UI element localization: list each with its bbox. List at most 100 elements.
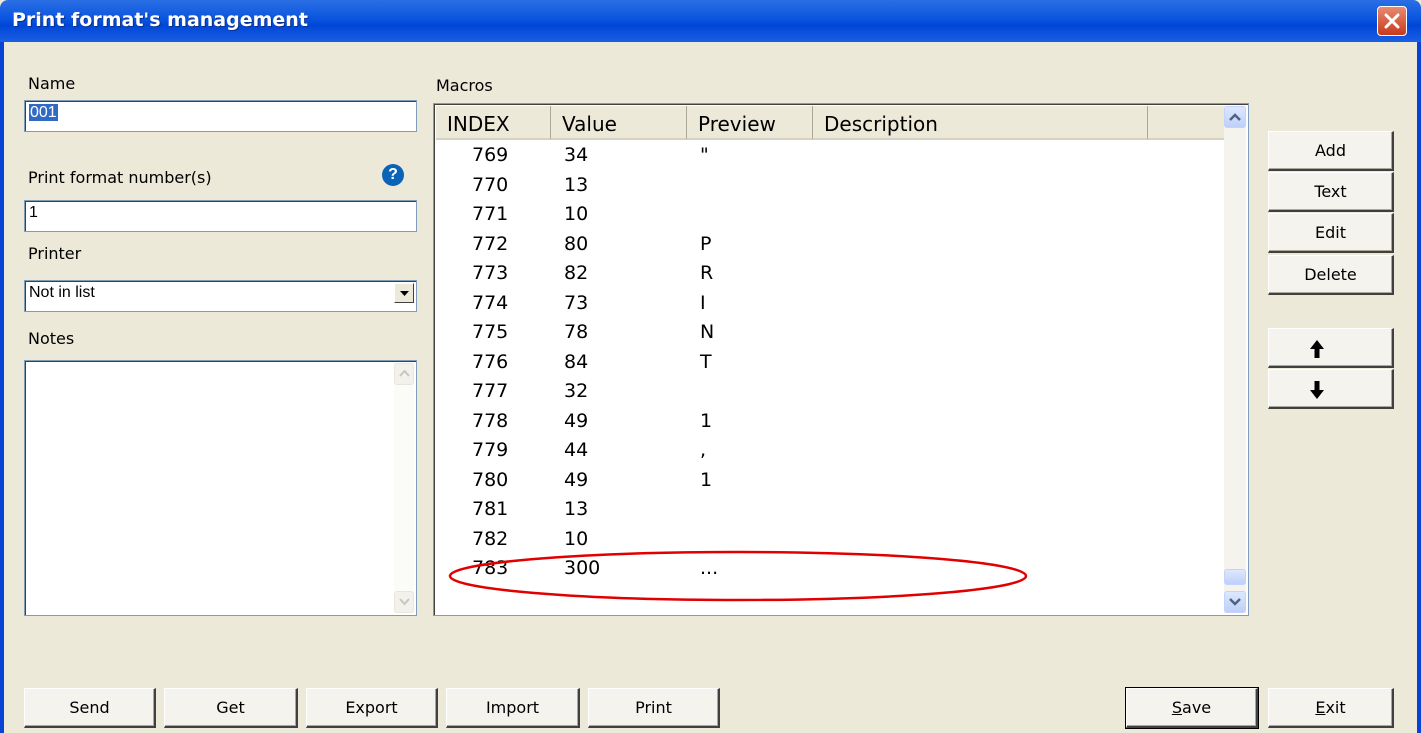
notes-scroll-up-button[interactable]: [394, 363, 414, 385]
export-button[interactable]: Export: [306, 688, 438, 728]
macro-index-cell: 776: [472, 350, 509, 373]
notes-textarea[interactable]: [24, 360, 417, 616]
chevron-down-icon: [400, 291, 409, 296]
column-header-preview[interactable]: Preview: [687, 106, 813, 140]
printer-select[interactable]: Not in list: [24, 280, 417, 312]
macro-value-cell: 82: [564, 262, 589, 284]
macro-index-cell: 778: [472, 409, 509, 432]
macro-row[interactable]: 783 300...: [436, 555, 1216, 584]
printer-label: Printer: [28, 244, 82, 263]
print-format-number-label: Print format number(s): [28, 168, 212, 187]
macros-scroll-down-button[interactable]: [1224, 591, 1246, 613]
window-frame-right: [1417, 42, 1421, 733]
text-button[interactable]: Text: [1268, 172, 1394, 212]
name-field[interactable]: 001: [24, 100, 417, 132]
macros-scroll-thumb[interactable]: [1224, 569, 1246, 585]
macro-value-cell: 49: [564, 468, 589, 491]
macro-index-cell: 774: [472, 291, 509, 314]
print-format-number-value: 1: [29, 204, 38, 221]
macro-value-cell: 13: [564, 173, 589, 196]
macro-value-cell: 13: [564, 498, 589, 520]
macro-index-cell: 780: [472, 468, 509, 491]
macro-index-cell: 781: [472, 498, 509, 520]
macro-preview-cell: I: [700, 291, 706, 314]
macro-row[interactable]: 779 44,: [436, 437, 1216, 466]
macro-row[interactable]: 775 78 N: [436, 319, 1216, 348]
close-icon: [1384, 13, 1400, 29]
exit-button[interactable]: Exit: [1268, 688, 1394, 728]
macro-preview-cell: 1: [700, 468, 713, 491]
add-button[interactable]: Add: [1268, 131, 1394, 171]
macro-row[interactable]: 770 13: [436, 172, 1216, 201]
macro-row[interactable]: 777 32: [436, 378, 1216, 407]
chevron-down-icon: [399, 598, 410, 605]
macro-preview-cell: R: [700, 262, 714, 284]
chevron-up-icon: [399, 370, 410, 377]
arrow-down-icon: [1310, 381, 1324, 399]
macro-preview-cell: ...: [700, 557, 719, 579]
macro-value-cell: 300: [564, 557, 601, 579]
macro-preview-cell: T: [700, 350, 712, 373]
macro-value-cell: 84: [564, 350, 589, 373]
macro-row[interactable]: 773 82 R: [436, 260, 1216, 289]
macros-scroll-up-button[interactable]: [1224, 106, 1246, 128]
printer-value: Not in list: [29, 284, 95, 301]
column-header-description[interactable]: Description: [813, 106, 1148, 140]
print-format-window: Print format's management Name 001 Print…: [0, 0, 1421, 733]
printer-dropdown-button[interactable]: [394, 283, 414, 303]
save-button[interactable]: Save: [1125, 687, 1259, 729]
macro-value-cell: 34: [564, 144, 589, 166]
send-button[interactable]: Send: [24, 688, 156, 728]
column-header-empty: [1148, 106, 1226, 140]
macro-preview-cell: ": [700, 144, 709, 166]
title-bar: Print format's management: [0, 0, 1421, 42]
name-value: 001: [29, 104, 58, 121]
macro-index-cell: 775: [472, 321, 509, 343]
macros-scrollbar[interactable]: [1224, 106, 1246, 613]
macro-row[interactable]: 781 13: [436, 496, 1216, 525]
macro-row[interactable]: 771 10: [436, 201, 1216, 230]
notes-scroll-down-button[interactable]: [394, 591, 414, 613]
macros-list-header: INDEX Value Preview Description: [436, 106, 1226, 140]
print-button[interactable]: Print: [588, 688, 720, 728]
macro-preview-cell: N: [700, 321, 715, 343]
window-title: Print format's management: [12, 9, 308, 31]
name-label: Name: [28, 74, 76, 93]
delete-button[interactable]: Delete: [1268, 255, 1394, 295]
move-up-button[interactable]: [1268, 328, 1394, 368]
macro-row[interactable]: 769 34 ": [436, 142, 1216, 171]
macro-value-cell: 32: [564, 380, 589, 402]
notes-label: Notes: [28, 329, 75, 348]
column-header-index[interactable]: INDEX: [436, 106, 551, 140]
import-button[interactable]: Import: [446, 688, 580, 728]
macro-value-cell: 73: [564, 291, 589, 314]
column-header-value[interactable]: Value: [551, 106, 687, 140]
notes-scrollbar[interactable]: [394, 363, 414, 613]
chevron-down-icon: [1229, 598, 1241, 606]
macro-row[interactable]: 782 10: [436, 526, 1216, 555]
macro-index-cell: 783: [472, 557, 509, 579]
macro-value-cell: 10: [564, 203, 589, 225]
print-format-number-field[interactable]: 1: [24, 200, 417, 232]
macro-index-cell: 770: [472, 173, 509, 196]
macro-preview-cell: ,: [700, 439, 707, 461]
macro-value-cell: 49: [564, 409, 589, 432]
macro-row[interactable]: 778 49 1: [436, 408, 1216, 437]
macro-index-cell: 777: [472, 380, 509, 402]
get-button[interactable]: Get: [164, 688, 298, 728]
macros-label: Macros: [436, 76, 493, 95]
macro-preview-cell: 1: [700, 409, 713, 432]
macro-row[interactable]: 776 84 T: [436, 349, 1216, 378]
macro-index-cell: 782: [472, 527, 509, 550]
macro-preview-cell: P: [700, 232, 712, 255]
macro-index-cell: 769: [472, 144, 509, 166]
edit-button[interactable]: Edit: [1268, 213, 1394, 253]
macro-row[interactable]: 774 73 I: [436, 290, 1216, 319]
macro-row[interactable]: 772 80 P: [436, 231, 1216, 260]
macro-value-cell: 78: [564, 321, 589, 343]
macros-list[interactable]: INDEX Value Preview Description 769 34 " 77…: [433, 103, 1249, 616]
help-icon[interactable]: ?: [382, 164, 404, 186]
close-button[interactable]: [1377, 6, 1407, 36]
move-down-button[interactable]: [1268, 369, 1394, 409]
macro-row[interactable]: 780 49 1: [436, 467, 1216, 496]
